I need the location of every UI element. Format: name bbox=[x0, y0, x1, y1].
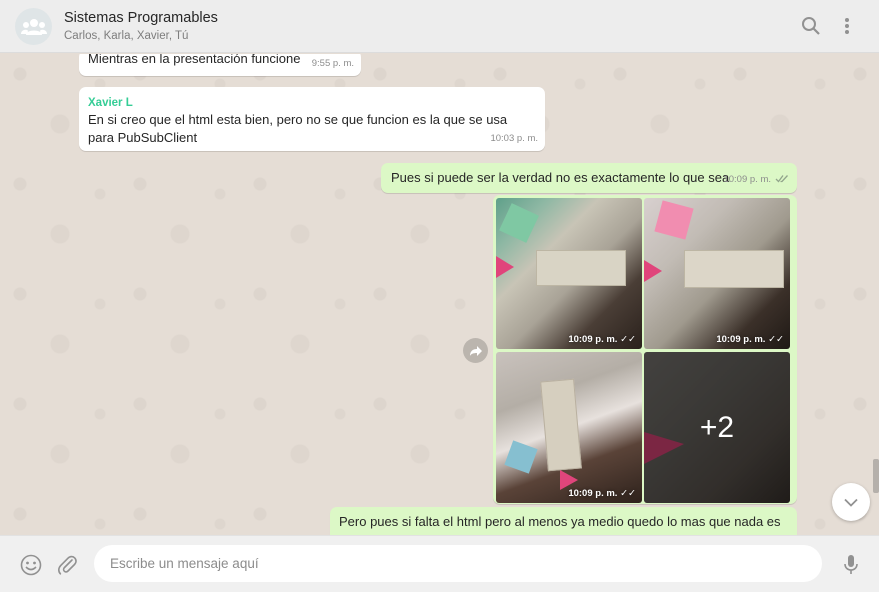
photo-time-text: 10:09 p. m. bbox=[716, 334, 766, 345]
photo-time-text: 10:09 p. m. bbox=[568, 334, 618, 345]
group-avatar-icon bbox=[20, 18, 47, 35]
message-time: 10:03 p. m. bbox=[490, 133, 538, 144]
photo-sticky-note bbox=[499, 203, 539, 243]
message-time: 9:55 p. m. bbox=[311, 58, 354, 69]
message-outgoing[interactable]: Pero pues si falta el html pero al menos… bbox=[330, 507, 797, 535]
search-icon bbox=[802, 17, 820, 35]
photo-pink-shape bbox=[496, 256, 514, 278]
emoji-button[interactable] bbox=[18, 552, 44, 578]
photo-time: 10:09 p. m. ✓✓ bbox=[568, 488, 636, 499]
message-outgoing[interactable]: Pues si puede ser la verdad no es exacta… bbox=[381, 163, 797, 193]
menu-button[interactable] bbox=[835, 14, 859, 38]
chat-participants: Carlos, Karla, Xavier, Tú bbox=[64, 30, 189, 42]
paperclip-icon bbox=[58, 555, 77, 575]
album-photo-more[interactable]: +2 bbox=[644, 352, 790, 503]
photo-time: 10:09 p. m. ✓✓ bbox=[568, 334, 636, 345]
photo-sticky-note bbox=[504, 440, 538, 474]
album-photo[interactable]: 10:09 p. m. ✓✓ bbox=[496, 352, 642, 503]
scroll-to-bottom-button[interactable] bbox=[832, 483, 870, 521]
chevron-down-icon bbox=[844, 498, 858, 507]
composer-bar bbox=[0, 535, 879, 592]
chat-title-block[interactable]: Sistemas Programables Carlos, Karla, Xav… bbox=[64, 9, 218, 44]
message-text: Pues si puede ser la verdad no es exacta… bbox=[391, 170, 730, 185]
sender-name[interactable]: Xavier L bbox=[88, 94, 133, 112]
message-text: Pero pues si falta el html pero al menos… bbox=[339, 514, 781, 529]
voice-message-button[interactable] bbox=[838, 552, 864, 578]
photo-time: 10:09 p. m. ✓✓ bbox=[716, 334, 784, 345]
photo-album: 10:09 p. m. ✓✓ 10:09 p. m. ✓✓ 10:09 p. m… bbox=[493, 195, 797, 504]
message-text: En si creo que el html esta bien, pero n… bbox=[88, 112, 508, 145]
more-photos-count: +2 bbox=[699, 410, 735, 444]
chat-title: Sistemas Programables bbox=[64, 10, 218, 26]
chat-scrollbar-thumb[interactable] bbox=[873, 459, 879, 493]
photo-breadboard bbox=[540, 378, 582, 472]
menu-dots-icon bbox=[845, 18, 849, 34]
chat-header: Sistemas Programables Carlos, Karla, Xav… bbox=[0, 0, 879, 53]
photo-breadboard bbox=[536, 250, 626, 286]
forward-button[interactable] bbox=[463, 338, 488, 363]
photo-sticky-note bbox=[654, 200, 694, 240]
group-avatar[interactable] bbox=[15, 8, 52, 45]
message-time: 10:09 p. m. bbox=[723, 171, 789, 189]
more-photos-overlay: +2 bbox=[644, 352, 790, 503]
message-input[interactable] bbox=[94, 545, 822, 582]
forward-arrow-icon bbox=[469, 345, 482, 356]
album-photo[interactable]: 10:09 p. m. ✓✓ bbox=[496, 198, 642, 349]
search-button[interactable] bbox=[799, 14, 823, 38]
read-ticks-icon bbox=[775, 175, 788, 183]
attach-button[interactable] bbox=[54, 552, 80, 578]
album-photo[interactable]: 10:09 p. m. ✓✓ bbox=[644, 198, 790, 349]
emoji-icon bbox=[20, 554, 42, 576]
message-text: Mientras en la presentación funcione bbox=[88, 54, 301, 66]
message-incoming[interactable]: Mientras en la presentación funcione 9:5… bbox=[79, 54, 361, 76]
microphone-icon bbox=[844, 555, 858, 574]
photo-pink-shape bbox=[644, 260, 662, 282]
message-incoming[interactable]: Xavier L En si creo que el html esta bie… bbox=[79, 87, 545, 151]
photo-breadboard bbox=[684, 250, 784, 288]
photo-pink-shape bbox=[560, 470, 578, 490]
message-time-text: 10:09 p. m. bbox=[723, 174, 771, 185]
photo-time-text: 10:09 p. m. bbox=[568, 488, 618, 499]
message-list[interactable]: Mientras en la presentación funcione 9:5… bbox=[0, 54, 879, 535]
